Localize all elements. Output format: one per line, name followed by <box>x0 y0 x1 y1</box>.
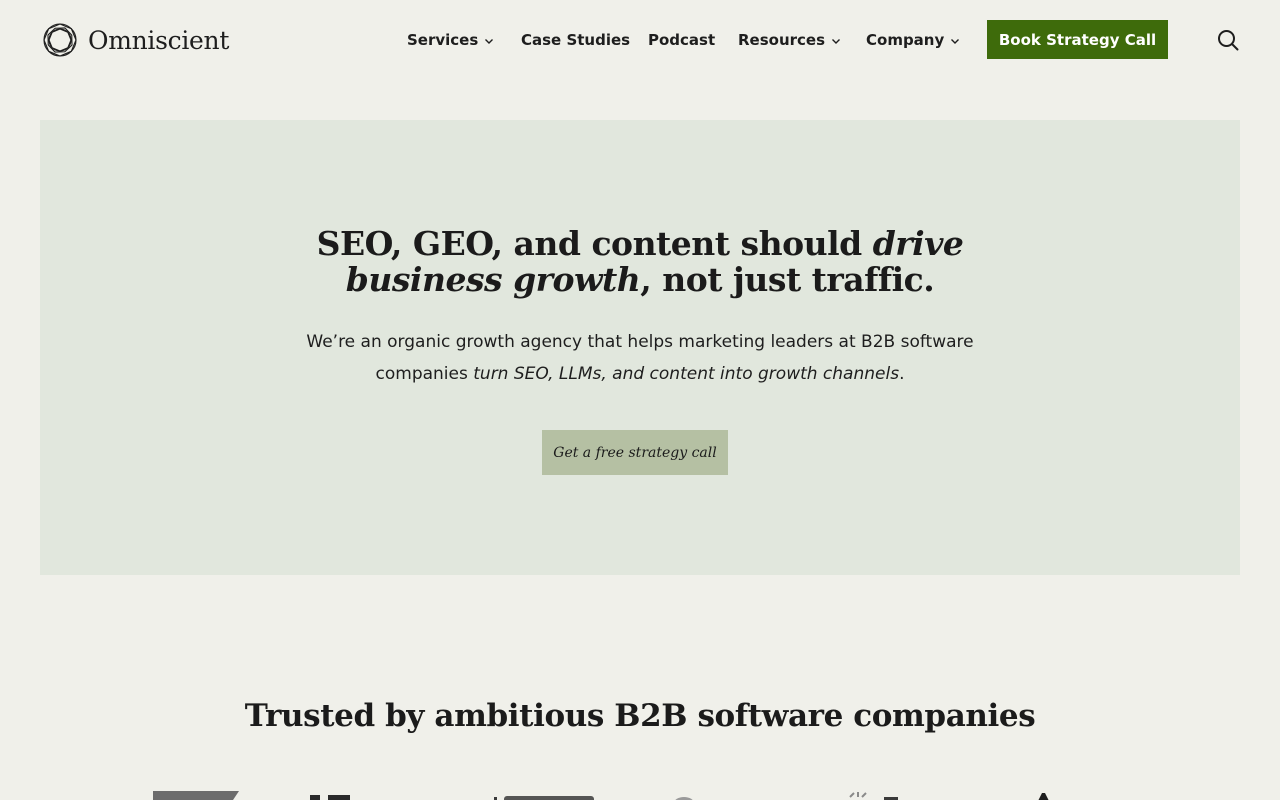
client-logos-strip <box>0 788 1280 800</box>
nav-case-studies-label: Case Studies <box>521 31 631 49</box>
hero-title-em2: business growth <box>345 260 641 299</box>
geometric-knot-icon <box>43 23 77 57</box>
search-icon[interactable] <box>1216 28 1240 52</box>
nav-podcast-label: Podcast <box>648 31 716 49</box>
hero-title: SEO, GEO, and content should drive busin… <box>40 226 1240 298</box>
trusted-heading: Trusted by ambitious B2B software compan… <box>244 698 1036 734</box>
client-logo <box>675 797 693 800</box>
client-logo <box>1038 793 1049 800</box>
client-logo <box>849 792 898 800</box>
nav-company-label: Company <box>866 31 945 49</box>
hero-title-part2: , not just traffic. <box>640 260 935 299</box>
nav-company[interactable]: Company <box>866 29 961 51</box>
hero-title-part1: SEO, GEO, and content should <box>316 224 873 263</box>
nav-services-label: Services <box>407 31 479 49</box>
nav-resources-label: Resources <box>738 31 826 49</box>
chevron-down-icon <box>951 39 960 44</box>
client-logo <box>153 791 239 800</box>
hero-subtitle-line1: We’re an organic growth agency that help… <box>306 332 974 352</box>
brand-logo[interactable]: Omniscient <box>42 21 229 59</box>
book-strategy-call-button[interactable]: Book Strategy Call <box>987 20 1168 59</box>
hero-section: SEO, GEO, and content should drive busin… <box>40 120 1240 575</box>
hero-subtitle-part2: companies <box>375 364 474 384</box>
hero-subtitle: We’re an organic growth agency that help… <box>40 326 1240 390</box>
hero-title-em1: drive <box>872 224 964 263</box>
client-logo <box>494 796 594 800</box>
chevron-down-icon <box>485 39 494 44</box>
brand-name: Omniscient <box>88 25 230 55</box>
hero-subtitle-em: turn SEO, LLMs, and content into growth … <box>473 364 900 384</box>
chevron-down-icon <box>832 39 841 44</box>
nav-case-studies[interactable]: Case Studies <box>521 29 630 51</box>
hero-subtitle-end: . <box>899 364 905 384</box>
client-logo <box>310 795 350 800</box>
nav-podcast[interactable]: Podcast <box>648 29 715 51</box>
free-strategy-call-button[interactable]: Get a free strategy call <box>542 430 728 475</box>
nav-services[interactable]: Services <box>407 29 495 51</box>
site-header: Omniscient Services Case Studies Podcast… <box>0 0 1280 80</box>
nav-resources[interactable]: Resources <box>738 29 842 51</box>
